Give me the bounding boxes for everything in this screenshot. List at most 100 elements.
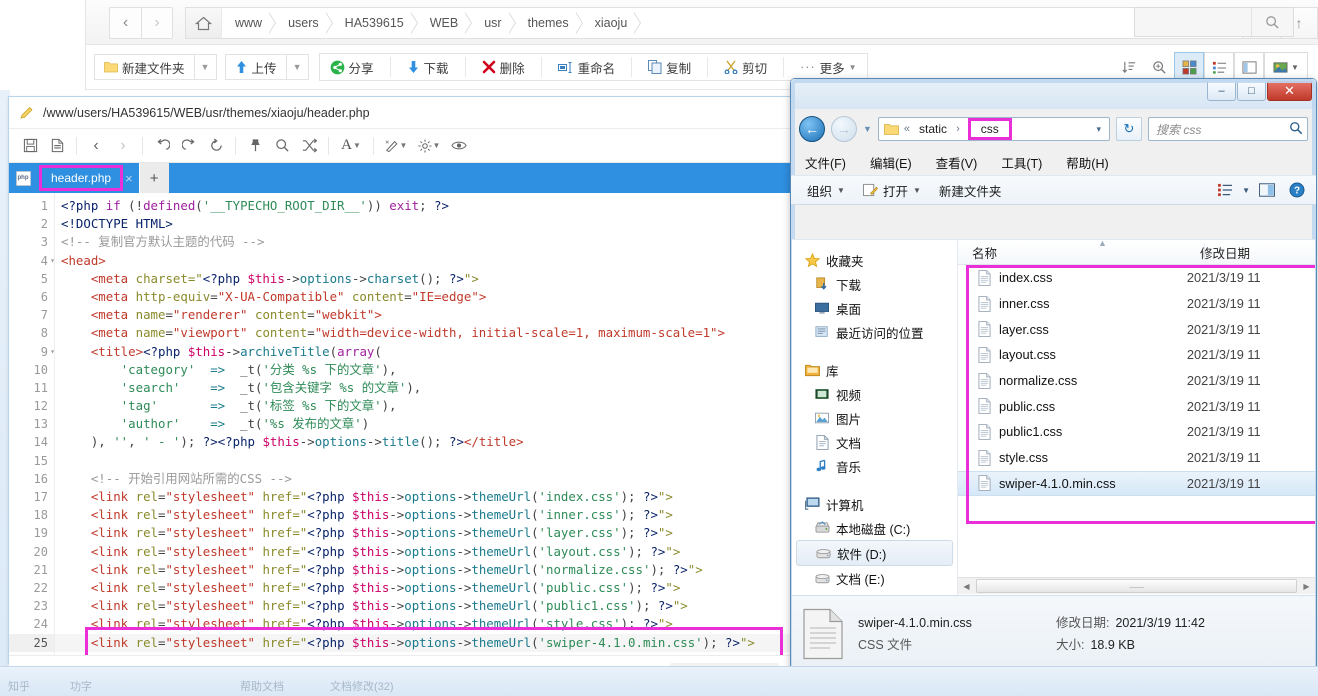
scrollbar-thumb[interactable]: ⸺ xyxy=(976,579,1297,593)
column-modified-header[interactable]: 修改日期 xyxy=(1190,243,1310,262)
taskbar-item-2[interactable]: 帮助文档 xyxy=(240,678,284,694)
back-icon[interactable]: ‹ xyxy=(83,133,109,159)
code-line[interactable]: 'author' => _t('%s 发布的文章') xyxy=(55,415,795,433)
tree-item-document-icon[interactable]: 文档 xyxy=(792,430,957,454)
code-line[interactable]: 'category' => _t('分类 %s 下的文章'), xyxy=(55,361,795,379)
editor-tab-header-php[interactable]: header.php × xyxy=(37,163,139,193)
close-button[interactable]: ✕ xyxy=(1267,81,1312,101)
code-line[interactable]: <link rel="stylesheet" href="<?php $this… xyxy=(55,524,795,542)
breadcrumb-item-themes[interactable]: themes xyxy=(515,8,583,38)
history-dropdown-icon[interactable]: ▼ xyxy=(863,124,872,134)
menu-file[interactable]: 文件(F) xyxy=(805,153,846,172)
font-icon[interactable]: A ▼ xyxy=(335,133,367,159)
chevron-down-icon[interactable]: ▼ xyxy=(1242,186,1250,195)
refresh-button[interactable]: ↻ xyxy=(1116,117,1142,141)
explorer-forward-button[interactable]: → xyxy=(831,116,857,142)
view-list-icon[interactable] xyxy=(1212,179,1238,201)
path-overflow-icon[interactable]: « xyxy=(904,123,910,135)
tree-item-recent-icon[interactable]: 最近访问的位置 xyxy=(792,320,957,344)
column-divider[interactable] xyxy=(1204,244,1205,260)
code-content[interactable]: <?php if (!defined('__TYPECHO_ROOT_DIR__… xyxy=(55,193,795,655)
open-button[interactable]: 打开 ▼ xyxy=(857,181,933,200)
search-input[interactable] xyxy=(1135,8,1251,36)
breadcrumb-item-ha539615[interactable]: HA539615 xyxy=(332,8,418,38)
new-folder-dropdown[interactable]: ▼ xyxy=(194,54,217,80)
copy-button[interactable]: 复制 xyxy=(638,54,701,80)
code-line[interactable]: <!-- 复制官方默认主题的代码 --> xyxy=(55,233,795,251)
breadcrumb-item-www[interactable]: www xyxy=(222,8,277,38)
breadcrumb-item-web[interactable]: WEB xyxy=(417,8,473,38)
nav-back-button[interactable]: ‹ xyxy=(109,7,141,39)
close-icon[interactable]: × xyxy=(125,171,133,186)
tree-item-picture-icon[interactable]: 图片 xyxy=(792,406,957,430)
code-line[interactable] xyxy=(55,452,795,470)
code-line[interactable]: <link rel="stylesheet" href="<?php $this… xyxy=(55,543,795,561)
code-line[interactable]: <meta http-equiv="X-UA-Compatible" conte… xyxy=(55,288,795,306)
explorer-back-button[interactable]: ← xyxy=(799,116,825,142)
code-line[interactable]: <link rel="stylesheet" href="<?php $this… xyxy=(55,615,795,633)
preview-icon[interactable] xyxy=(446,133,472,159)
file-row[interactable]: layer.css 2021/3/19 11 xyxy=(958,316,1315,342)
code-line[interactable]: <!DOCTYPE HTML> xyxy=(55,215,795,233)
more-button[interactable]: ··· 更多 ▼ xyxy=(790,54,866,80)
code-line[interactable]: ), '', ' - '); ?><?php $this->options->t… xyxy=(55,433,795,451)
column-name-header[interactable]: 名称 ▲ xyxy=(958,240,1190,262)
taskbar-item-1[interactable]: 功字 xyxy=(70,678,92,694)
scroll-left-arrow[interactable]: ◀ xyxy=(958,579,975,594)
code-line[interactable]: <link rel="stylesheet" href="<?php $this… xyxy=(55,561,795,579)
file-row[interactable]: public.css 2021/3/19 11 xyxy=(958,393,1315,419)
minimize-button[interactable]: – xyxy=(1207,81,1236,101)
breadcrumb-item-xiaoju[interactable]: xiaoju xyxy=(582,8,641,38)
code-line[interactable]: <link rel="stylesheet" href="<?php $this… xyxy=(55,579,795,597)
pin-icon[interactable] xyxy=(242,133,268,159)
file-row[interactable]: public1.css 2021/3/19 11 xyxy=(958,419,1315,445)
scroll-right-arrow[interactable]: ▶ xyxy=(1298,579,1315,594)
tree-item-computer-icon[interactable]: 计算机 xyxy=(792,492,957,516)
tree-item-desktop-icon[interactable]: 桌面 xyxy=(792,296,957,320)
search-icon[interactable] xyxy=(1289,121,1303,138)
tree-item-harddisk-icon[interactable]: 本地磁盘 (C:) xyxy=(792,516,957,540)
file-row[interactable]: style.css 2021/3/19 11 xyxy=(958,445,1315,471)
forward-icon[interactable]: › xyxy=(110,133,136,159)
code-line[interactable]: <?php if (!defined('__TYPECHO_ROOT_DIR__… xyxy=(55,197,795,215)
code-line[interactable]: <meta name="renderer" content="webkit"> xyxy=(55,306,795,324)
maximize-button[interactable]: □ xyxy=(1237,81,1266,101)
share-button[interactable]: 分享 xyxy=(320,54,384,80)
code-line[interactable]: <link rel="stylesheet" href="<?php $this… xyxy=(55,597,795,615)
explorer-search-box[interactable]: 搜索 css xyxy=(1148,117,1308,141)
code-line[interactable]: <title><?php $this->archiveTitle(array( xyxy=(55,343,795,361)
save-icon[interactable] xyxy=(17,133,43,159)
menu-help[interactable]: 帮助(H) xyxy=(1066,153,1108,172)
breadcrumb-home-button[interactable] xyxy=(186,8,222,38)
tree-item-library-icon[interactable]: 库 xyxy=(792,358,957,382)
explorer-address-bar[interactable]: « static › css ▾ xyxy=(877,117,1110,141)
tree-item-download-icon[interactable]: 下载 xyxy=(792,272,957,296)
code-line[interactable]: <meta name="viewport" content="width=dev… xyxy=(55,324,795,342)
search-icon[interactable] xyxy=(269,133,295,159)
code-line[interactable]: <link rel="stylesheet" href="<?php $this… xyxy=(55,506,795,524)
format-icon[interactable]: ▼ xyxy=(380,133,412,159)
preview-pane-icon[interactable] xyxy=(1254,179,1280,201)
file-row[interactable]: normalize.css 2021/3/19 11 xyxy=(958,368,1315,394)
breadcrumb-item-usr[interactable]: usr xyxy=(471,8,516,38)
path-segment-static[interactable]: static xyxy=(915,121,951,137)
code-line[interactable]: 'search' => _t('包含关键字 %s 的文章'), xyxy=(55,379,795,397)
help-icon[interactable]: ? xyxy=(1284,179,1310,201)
code-line[interactable]: <link rel="stylesheet" href="<?php $this… xyxy=(55,633,795,652)
cut-button[interactable]: 剪切 xyxy=(714,54,777,80)
refresh-icon[interactable] xyxy=(203,133,229,159)
global-search[interactable] xyxy=(1134,7,1294,37)
search-icon[interactable] xyxy=(1251,8,1293,36)
code-line[interactable]: <link rel="stylesheet" href="<?php $this… xyxy=(55,488,795,506)
upload-button[interactable]: 上传 xyxy=(224,54,287,80)
taskbar-item-0[interactable]: 知乎 xyxy=(8,678,30,694)
save-as-icon[interactable] xyxy=(44,133,70,159)
organize-button[interactable]: 组织 ▼ xyxy=(801,181,857,200)
tree-item-video-icon[interactable]: 视频 xyxy=(792,382,957,406)
path-segment-css[interactable]: css xyxy=(967,118,1012,140)
tree-item-music-icon[interactable]: 音乐 xyxy=(792,454,957,478)
explorer-title-bar[interactable]: – □ ✕ xyxy=(791,79,1316,109)
menu-edit[interactable]: 编辑(E) xyxy=(870,153,912,172)
breadcrumb-item-users[interactable]: users xyxy=(275,8,333,38)
settings-icon[interactable]: ▼ xyxy=(413,133,445,159)
